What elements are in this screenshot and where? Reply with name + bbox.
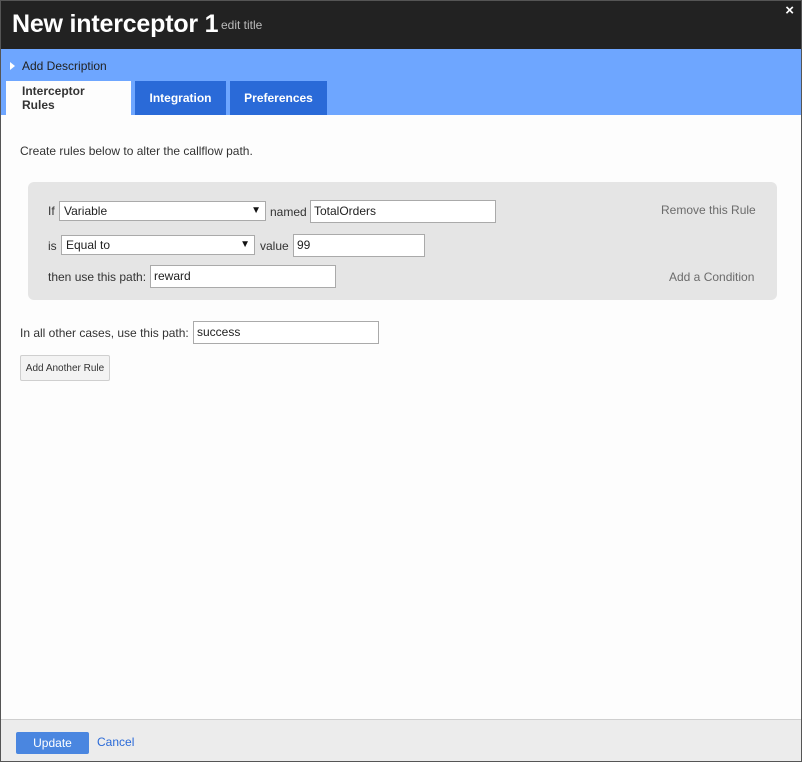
source-select[interactable]: Variable ▼ [59,201,266,221]
rule-box: If Variable ▼ named TotalOrders Remove t… [28,182,777,300]
if-label: If [48,204,55,218]
value-label: value [260,239,289,253]
operator-select[interactable]: Equal to ▼ [61,235,255,255]
named-label: named [270,205,307,219]
named-input[interactable]: TotalOrders [310,200,496,223]
rules-intro-text: Create rules below to alter the callflow… [20,144,253,158]
description-bar: Add Description Interceptor Rules Integr… [1,49,801,115]
chevron-down-icon: ▼ [240,239,250,250]
edit-title-link[interactable]: edit title [221,18,262,32]
other-cases-label: In all other cases, use this path: [20,326,189,340]
operator-select-value: Equal to [66,238,111,252]
tab-interceptor-rules[interactable]: Interceptor Rules [6,81,131,115]
cancel-link[interactable]: Cancel [97,735,134,749]
add-description-label: Add Description [22,59,107,73]
add-condition-link[interactable]: Add a Condition [669,270,754,284]
close-icon[interactable]: × [785,2,794,19]
title-bar: New interceptor 1 edit title × [1,1,801,49]
tab-bar: Interceptor Rules Integration Preference… [6,81,331,115]
path-input[interactable]: reward [150,265,336,288]
tab-integration[interactable]: Integration [135,81,226,115]
dialog-footer: Update Cancel [1,719,801,761]
remove-rule-link[interactable]: Remove this Rule [661,203,756,217]
other-cases-input[interactable]: success [193,321,379,344]
is-label: is [48,239,57,253]
tab-preferences[interactable]: Preferences [230,81,327,115]
triangle-right-icon [10,62,15,70]
source-select-value: Variable [64,204,108,218]
add-description-toggle[interactable]: Add Description [10,58,107,74]
chevron-down-icon: ▼ [251,205,261,216]
interceptor-dialog: New interceptor 1 edit title × Add Descr… [0,0,802,762]
update-button[interactable]: Update [16,732,89,754]
path-label: then use this path: [48,270,147,284]
add-another-rule-button[interactable]: Add Another Rule [20,355,110,381]
value-input[interactable]: 99 [293,234,425,257]
dialog-title: New interceptor 1 [12,10,219,38]
